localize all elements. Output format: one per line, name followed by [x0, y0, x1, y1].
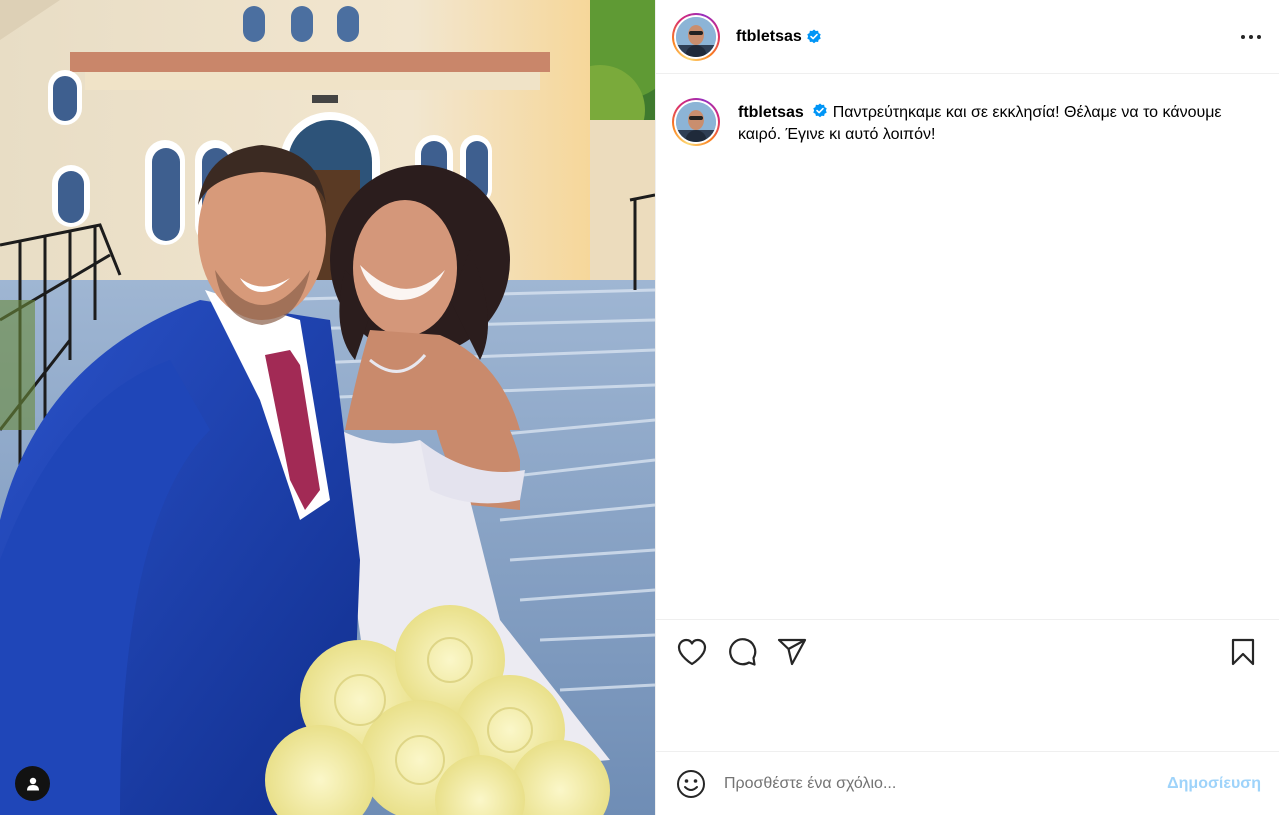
bookmark-icon	[1231, 638, 1255, 665]
emoji-button[interactable]	[676, 769, 706, 799]
more-options-button[interactable]	[1239, 25, 1263, 49]
send-icon	[777, 638, 807, 665]
caption-row: ftbletsas Παντρεύτηκαμε και σε εκκλησία!…	[672, 98, 1263, 146]
save-button[interactable]	[1227, 636, 1259, 668]
header-username[interactable]: ftbletsas	[736, 28, 802, 46]
more-horizontal-icon	[1241, 34, 1261, 39]
post-dialog: ftbletsas ftbletsas Παντρεύτηκαμε και σε…	[0, 0, 1279, 815]
comment-button[interactable]	[726, 636, 758, 668]
caption-message: Παντρεύτηκαμε και σε εκκλησία! Θέλαμε να…	[738, 104, 1222, 143]
like-button[interactable]	[676, 636, 708, 668]
caption-username[interactable]: ftbletsas	[738, 104, 804, 121]
caption-text-block: ftbletsas Παντρεύτηκαμε και σε εκκλησία!…	[738, 98, 1258, 146]
heart-icon	[677, 638, 707, 665]
emoji-icon	[677, 769, 705, 798]
comment-icon	[729, 637, 757, 666]
post-side-panel: ftbletsas ftbletsas Παντρεύτηκαμε και σε…	[655, 0, 1279, 815]
avatar[interactable]	[672, 12, 720, 61]
verified-badge-icon	[813, 103, 827, 118]
profile-photo	[676, 102, 716, 142]
caption-section: ftbletsas Παντρεύτηκαμε και σε εκκλησία!…	[656, 74, 1279, 619]
user-icon	[26, 777, 39, 790]
post-actions-bar	[656, 619, 1279, 683]
verified-badge-icon	[807, 29, 821, 43]
caption-avatar[interactable]	[672, 98, 720, 146]
comment-input[interactable]	[724, 774, 1168, 793]
comment-bar: Δημοσίευση	[656, 751, 1279, 815]
post-photo[interactable]	[0, 0, 655, 815]
post-comment-button[interactable]: Δημοσίευση	[1167, 775, 1261, 793]
post-header: ftbletsas	[656, 0, 1279, 74]
share-button[interactable]	[776, 636, 808, 668]
wedding-photo	[0, 0, 655, 815]
profile-photo	[676, 16, 716, 57]
tagged-users-button[interactable]	[15, 766, 50, 801]
likes-area	[656, 683, 1279, 751]
